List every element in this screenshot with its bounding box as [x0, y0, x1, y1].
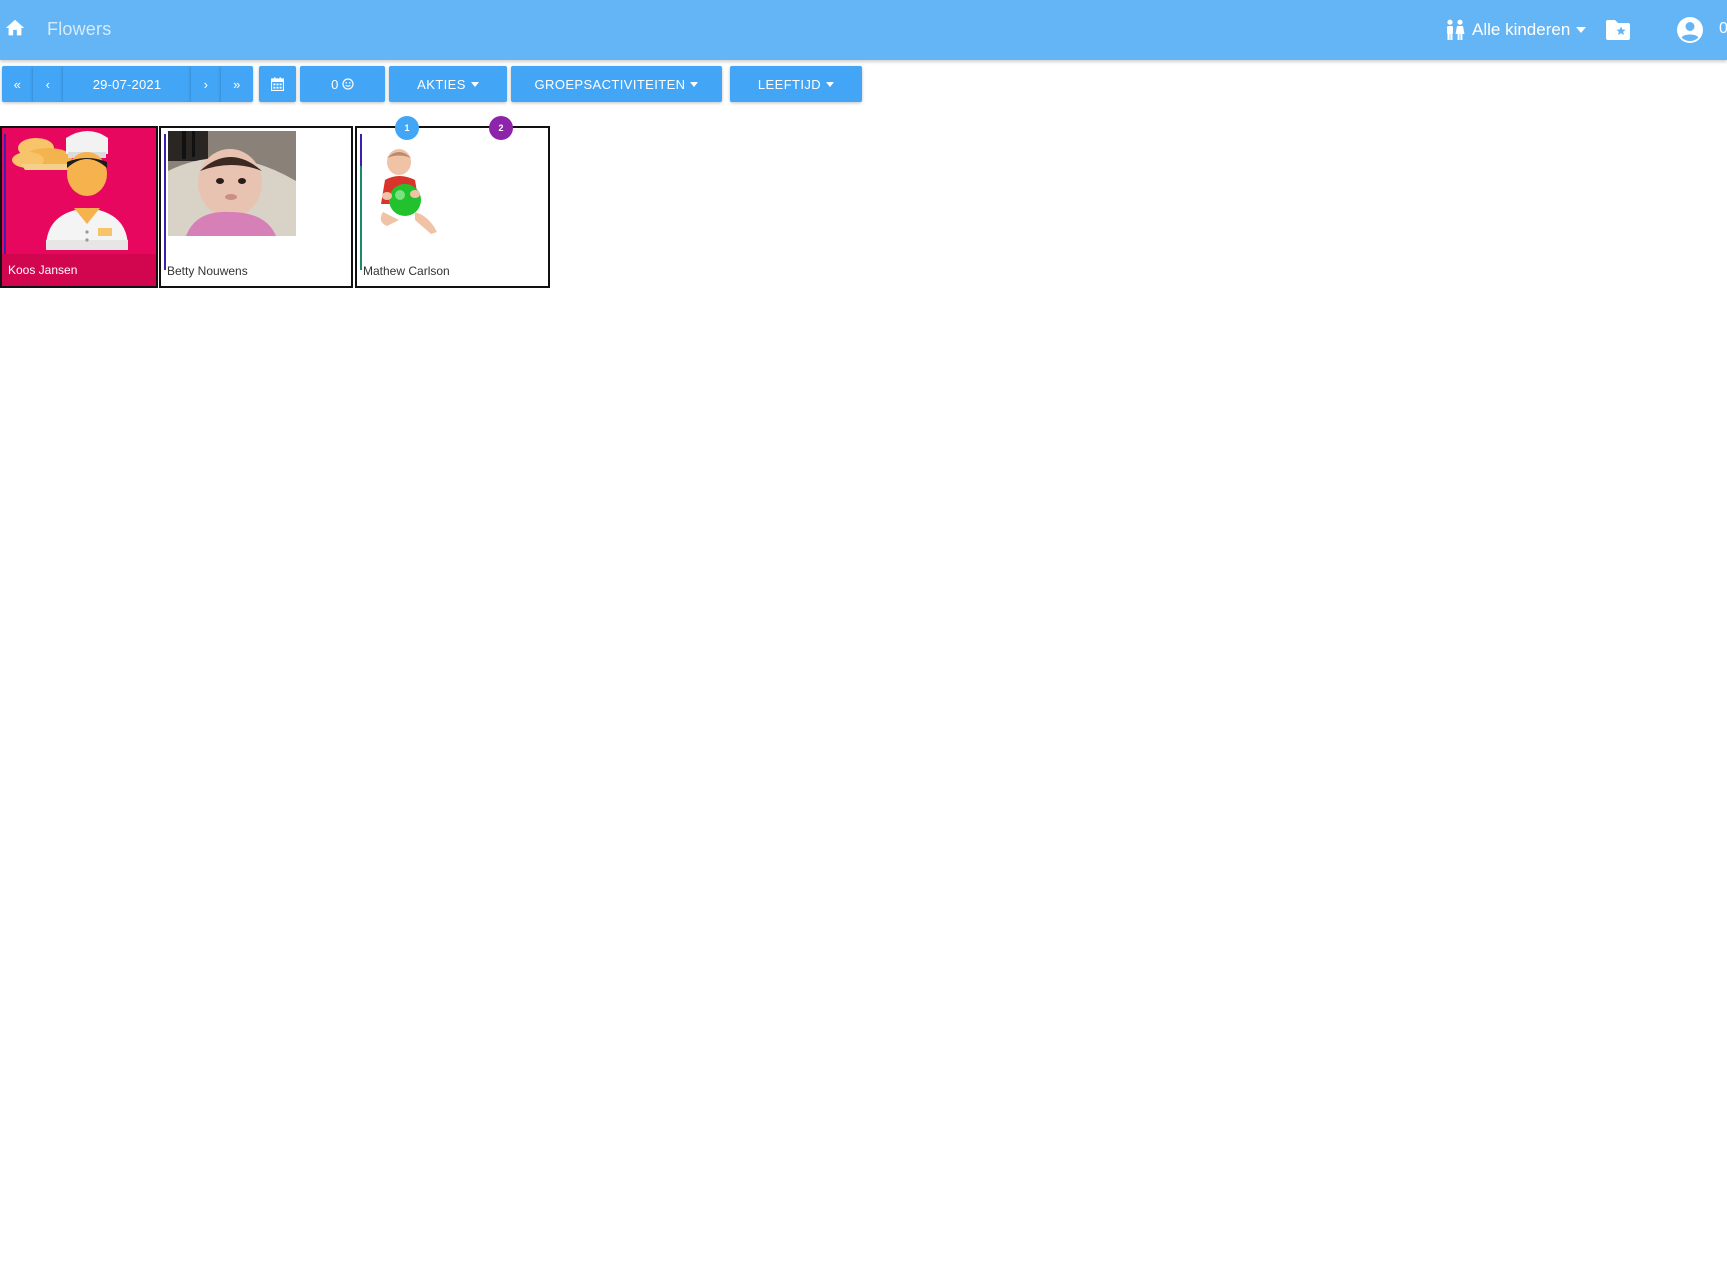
kids-filter-label: Alle kinderen: [1472, 20, 1571, 39]
calendar-icon: [271, 77, 284, 91]
status-stripe-secondary: [360, 166, 362, 270]
date-display[interactable]: 29-07-2021: [63, 66, 191, 102]
child-card-betty-nouwens[interactable]: Betty Nouwens: [159, 126, 353, 288]
account-circle-icon[interactable]: [1676, 16, 1704, 44]
status-stripe: [164, 134, 166, 270]
next-day-button[interactable]: ›: [191, 66, 221, 102]
account-count: 0: [1719, 20, 1727, 37]
age-label: LEEFTIJD: [757, 76, 822, 92]
chevron-down-icon: [826, 81, 835, 87]
actions-dropdown[interactable]: AKTIES: [389, 66, 507, 102]
kids-filter-dropdown[interactable]: Alle kinderen: [1445, 16, 1587, 44]
present-count-button[interactable]: 0: [300, 66, 385, 102]
group-activities-label: GROEPSACTIVITEITEN: [534, 76, 686, 92]
status-stripe: [360, 134, 362, 166]
chevron-down-icon: [1576, 27, 1587, 33]
group-activities-dropdown[interactable]: GROEPSACTIVITEITEN: [511, 66, 722, 102]
top-app-bar: Flowers Alle kinderen 0: [0, 0, 1727, 60]
child-photo: [168, 131, 296, 236]
folder-star-icon[interactable]: [1604, 18, 1632, 42]
home-icon[interactable]: [4, 17, 26, 41]
page-title: Flowers: [47, 19, 112, 39]
chevron-down-icon: [690, 81, 699, 87]
last-day-button[interactable]: »: [221, 66, 253, 102]
child-avatar: [6, 128, 156, 256]
prev-day-button[interactable]: ‹: [33, 66, 63, 102]
present-count-label: 0: [331, 76, 339, 92]
first-day-button[interactable]: «: [2, 66, 33, 102]
child-card-koos-jansen[interactable]: Koos Jansen: [0, 126, 158, 288]
child-name: Betty Nouwens: [167, 264, 248, 278]
smiley-icon: [342, 78, 354, 90]
count-badge-2: 2: [489, 116, 513, 140]
child-name: Koos Jansen: [8, 263, 78, 277]
age-dropdown[interactable]: LEEFTIJD: [730, 66, 862, 102]
count-badge-1: 1: [395, 116, 419, 140]
calendar-button[interactable]: [259, 66, 296, 102]
child-card-mathew-carlson[interactable]: 1 2 Mathew Carlson: [355, 116, 550, 288]
children-icon: [1447, 19, 1465, 40]
child-name: Mathew Carlson: [363, 264, 450, 278]
actions-label: AKTIES: [417, 76, 466, 92]
child-photo: [369, 140, 449, 240]
chevron-down-icon: [470, 81, 479, 87]
